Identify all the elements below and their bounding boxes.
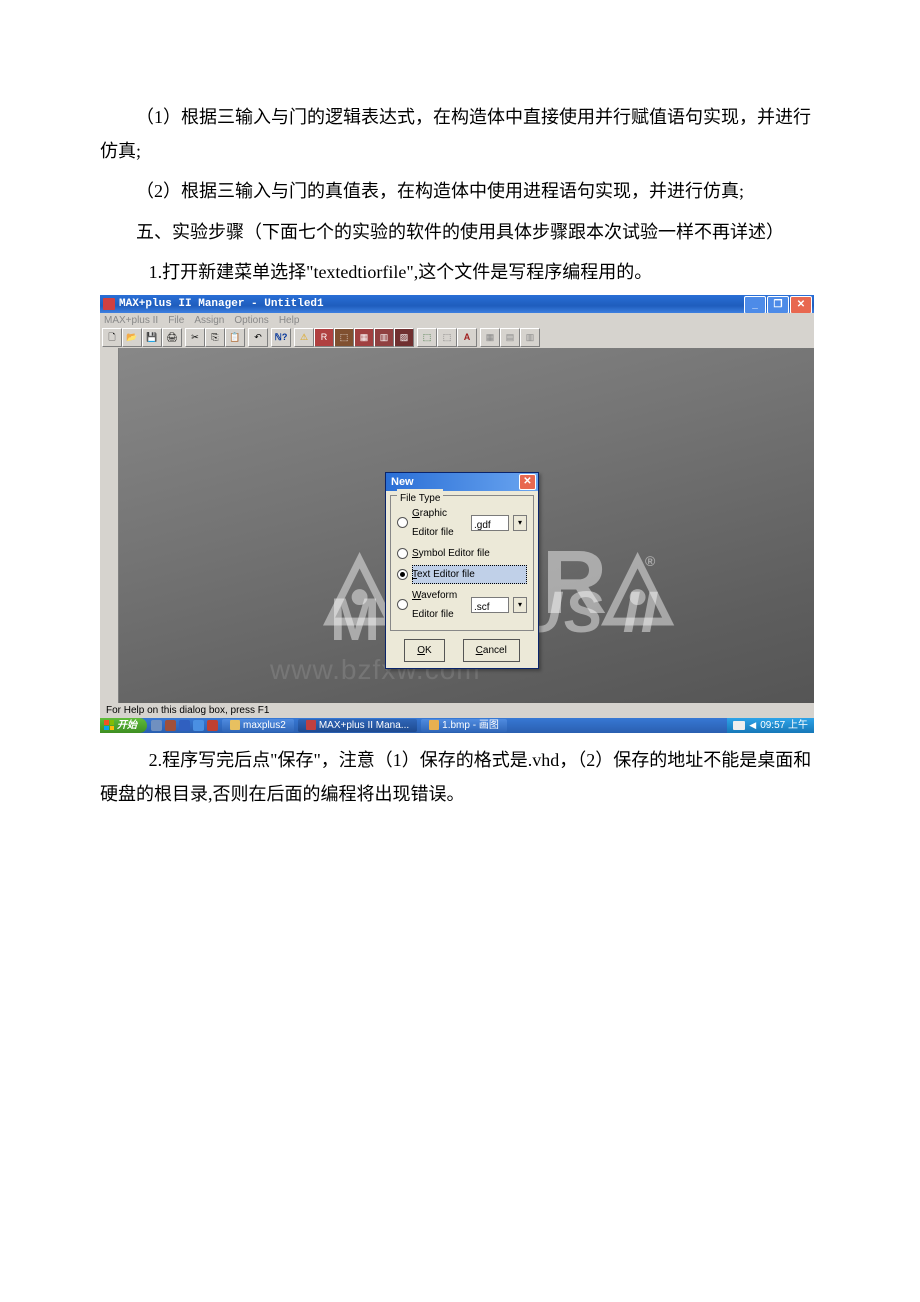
quick-launch [151, 720, 218, 731]
paragraph-1: （1）根据三输入与门的逻辑表达式，在构造体中直接使用并行赋值语句实现，并进行仿真… [100, 100, 820, 168]
chevron-down-icon[interactable]: ▾ [513, 515, 527, 531]
task-label: 1.bmp - 画图 [442, 716, 499, 735]
minimize-button[interactable]: _ [744, 296, 766, 314]
windows-taskbar: 开始 maxplus2 MAX+plus II Mana... 1.bmp - … [100, 718, 814, 733]
screenshot-maxplus-new-dialog: MAX+plus II Manager - Untitled1 _ ❐ ✕ MA… [100, 295, 814, 733]
toolbar-icon[interactable]: ▨ [394, 328, 414, 347]
paragraph-4: 1.打开新建菜单选择"textedtiorfile",这个文件是写程序编程用的。 [100, 255, 820, 289]
windows-logo-icon [104, 720, 114, 730]
toolbar-icon[interactable]: ⬚ [417, 328, 437, 347]
toolbar-help-icon[interactable]: ℕ? [271, 328, 291, 347]
toolbar-open-icon[interactable]: 📂 [122, 328, 142, 347]
radio-text-editor[interactable]: Text Editor file [397, 565, 527, 584]
chevron-down-icon[interactable]: ▾ [513, 597, 527, 613]
toolbar-save-icon[interactable]: 💾 [142, 328, 162, 347]
radio-symbol-editor[interactable]: Symbol Editor file [397, 544, 527, 563]
start-label: 开始 [117, 716, 137, 735]
task-label: MAX+plus II Mana... [319, 716, 409, 735]
toolbar-icon[interactable]: ▦ [480, 328, 500, 347]
toolbar-cut-icon[interactable]: ✂ [185, 328, 205, 347]
folder-icon [230, 720, 240, 730]
paragraph-2: （2）根据三输入与门的真值表，在构造体中使用进程语句实现，并进行仿真; [100, 174, 820, 208]
radio-label: Waveform Editor file [412, 586, 467, 624]
toolbar-icon[interactable]: ▥ [374, 328, 394, 347]
app-icon [103, 298, 115, 310]
keyboard-icon[interactable] [733, 721, 745, 730]
toolbar-warning-icon[interactable]: ⚠ [294, 328, 314, 347]
toolbar-icon[interactable]: ⬚ [437, 328, 457, 347]
toolbar-icon[interactable]: A [457, 328, 477, 347]
ext-dropdown[interactable]: .scf [471, 597, 509, 613]
quick-launch-icon[interactable] [193, 720, 204, 731]
radio-icon [397, 517, 408, 528]
new-file-dialog: New ✕ File Type Graphic Editor file .gdf… [385, 472, 539, 669]
left-sidebar [100, 348, 119, 703]
toolbar-icon[interactable]: R [314, 328, 334, 347]
start-button[interactable]: 开始 [100, 718, 147, 733]
radio-label: Text Editor file [412, 565, 527, 584]
tray-arrow-icon[interactable]: ◀ [749, 717, 756, 734]
paragraph-5: 2.程序写完后点"保存"，注意（1）保存的格式是.vhd，（2）保存的地址不能是… [100, 743, 820, 811]
cancel-button[interactable]: Cancel [463, 639, 520, 662]
radio-graphic-editor[interactable]: Graphic Editor file .gdf ▾ [397, 504, 527, 542]
radio-icon [397, 569, 408, 580]
close-button[interactable]: ✕ [790, 296, 812, 314]
taskbar-item-maxplus2[interactable]: maxplus2 [222, 719, 294, 732]
ok-button[interactable]: OK [404, 639, 444, 662]
radio-label: Symbol Editor file [412, 544, 527, 563]
toolbar: 🗋 📂 💾 🖨 ✂ ⎘ 📋 ↶ ℕ? ⚠ R ⬚ ▦ ▥ ▨ ⬚ ⬚ A ▦ [100, 328, 814, 348]
toolbar-new-icon[interactable]: 🗋 [102, 328, 122, 347]
workarea: ◬ R◬ ® M US II www.bzfxw.com New ✕ File … [100, 348, 814, 703]
toolbar-print-icon[interactable]: 🖨 [162, 328, 182, 347]
quick-launch-icon[interactable] [165, 720, 176, 731]
clock: 09:57 上午 [760, 716, 808, 735]
app-icon [306, 720, 316, 730]
paint-icon [429, 720, 439, 730]
file-type-group: File Type Graphic Editor file .gdf ▾ Sym… [390, 495, 534, 631]
taskbar-item-maxplus-manager[interactable]: MAX+plus II Mana... [298, 719, 417, 732]
dialog-close-button[interactable]: ✕ [519, 474, 536, 490]
radio-waveform-editor[interactable]: Waveform Editor file .scf ▾ [397, 586, 527, 624]
restore-button[interactable]: ❐ [767, 296, 789, 314]
toolbar-icon[interactable]: ▥ [520, 328, 540, 347]
ext-dropdown[interactable]: .gdf [471, 515, 509, 531]
radio-icon [397, 548, 408, 559]
toolbar-undo-icon[interactable]: ↶ [248, 328, 268, 347]
toolbar-icon[interactable]: ▤ [500, 328, 520, 347]
taskbar-item-paint[interactable]: 1.bmp - 画图 [421, 719, 507, 732]
radio-icon [397, 599, 408, 610]
group-label: File Type [397, 489, 443, 508]
system-tray: ◀ 09:57 上午 [727, 718, 814, 733]
toolbar-icon[interactable]: ⬚ [334, 328, 354, 347]
quick-launch-icon[interactable] [179, 720, 190, 731]
toolbar-paste-icon[interactable]: 📋 [225, 328, 245, 347]
toolbar-icon[interactable]: ▦ [354, 328, 374, 347]
toolbar-copy-icon[interactable]: ⎘ [205, 328, 225, 347]
paragraph-3: 五、实验步骤（下面七个的实验的软件的使用具体步骤跟本次试验一样不再详述） [100, 215, 820, 249]
watermark-letter: US II [520, 558, 659, 668]
quick-launch-icon[interactable] [151, 720, 162, 731]
menubar: MAX+plus II File Assign Options Help [100, 313, 814, 328]
task-label: maxplus2 [243, 716, 286, 735]
radio-label: Graphic Editor file [412, 504, 467, 542]
quick-launch-icon[interactable] [207, 720, 218, 731]
